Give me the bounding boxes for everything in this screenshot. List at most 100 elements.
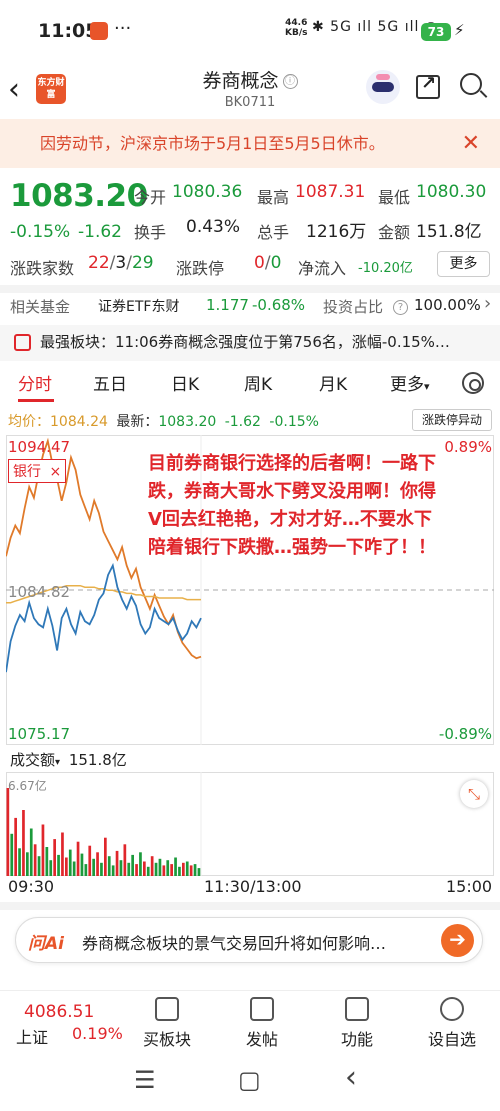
volume-bar xyxy=(154,862,158,876)
volume-bar xyxy=(146,866,150,876)
grid-icon xyxy=(345,997,369,1021)
more-notifications-icon: ··· xyxy=(114,18,132,39)
volume-bar xyxy=(197,868,201,876)
volume-bar xyxy=(6,788,10,876)
turnover-label: 换手 xyxy=(134,223,167,242)
volume-bar xyxy=(123,844,127,876)
ai-question-bar[interactable]: 问Ai 券商概念板块的景气交易回升将如何影响… ➔ xyxy=(15,917,483,963)
y-axis-max: 1094.47 xyxy=(8,438,71,456)
volume-bar xyxy=(170,864,173,876)
nav-post-label: 发帖 xyxy=(245,1030,278,1049)
volume-bar xyxy=(41,824,45,876)
volume-bar xyxy=(61,832,64,876)
compare-tag-label: 银行 xyxy=(13,464,41,480)
volume-bar xyxy=(150,856,154,876)
volume-bar xyxy=(143,861,146,876)
volume-bar xyxy=(131,854,134,876)
info-icon[interactable]: ⓘ xyxy=(282,74,298,89)
x-axis-mid: 11:30/13:00 xyxy=(204,877,302,896)
tab-more[interactable]: 更多▾ xyxy=(390,370,430,400)
volume-bar xyxy=(189,865,193,876)
active-tab-indicator xyxy=(18,399,54,402)
fund-name[interactable]: 证券ETF东财 xyxy=(98,296,179,322)
volume-header-value: 151.8亿 xyxy=(68,751,127,769)
tab-monthly-k[interactable]: 月K xyxy=(319,370,347,400)
volume-max-label: 6.67亿 xyxy=(8,779,47,793)
volume-bar xyxy=(92,858,95,876)
volume-bar xyxy=(174,857,177,876)
back-nav-icon[interactable]: ‹ xyxy=(345,1060,357,1095)
close-icon[interactable]: × xyxy=(49,464,61,480)
volume-bar xyxy=(162,865,166,876)
index-value[interactable]: 4086.51 xyxy=(24,1002,94,1022)
compare-tag[interactable]: 银行 × xyxy=(8,459,67,483)
volume-bar xyxy=(96,852,99,876)
volume-bar xyxy=(139,852,142,876)
index-percent[interactable]: 0.19% xyxy=(72,1024,123,1043)
divider xyxy=(0,285,500,293)
tab-daily-k[interactable]: 日K xyxy=(171,370,199,400)
close-icon[interactable]: ✕ xyxy=(462,119,480,168)
tab-more-label: 更多 xyxy=(390,375,424,395)
chart-legend: 均价：1084.24 最新：1083.20 -1.62 -0.15% xyxy=(8,411,319,431)
volume-bar xyxy=(119,860,123,876)
search-icon[interactable] xyxy=(460,73,482,95)
volume-bar xyxy=(26,852,29,876)
index-name[interactable]: 上证 xyxy=(16,1024,48,1048)
nav-functions[interactable]: 功能 xyxy=(317,997,397,1050)
change-percent: -0.15% xyxy=(10,222,71,242)
status-bar: 11:05 ··· 44.6 KB/s ✱ 5G ıll 5G ıll ◉ 73… xyxy=(0,0,500,62)
chevron-right-icon[interactable]: › xyxy=(484,293,491,319)
volume-bar xyxy=(29,828,33,876)
pct-axis-max: 0.89% xyxy=(444,438,492,456)
open-label: 今开 xyxy=(134,188,167,207)
volume-bar xyxy=(193,864,197,876)
battery-icon: 73 xyxy=(421,23,451,41)
holiday-notice-text: 因劳动节，沪深京市场于5月1日至5月5日休市。 xyxy=(40,134,385,153)
latest-value: 1083.20 xyxy=(158,414,217,430)
tab-intraday[interactable]: 分时 xyxy=(18,370,52,400)
tab-five-day[interactable]: 五日 xyxy=(93,370,127,400)
x-axis-end: 15:00 xyxy=(446,877,493,896)
share-icon[interactable] xyxy=(416,73,440,99)
open-value: 1080.36 xyxy=(172,182,243,202)
ratio-value: 100.00% xyxy=(414,296,481,314)
volume-label: 总手 xyxy=(257,223,290,242)
gear-icon[interactable] xyxy=(462,372,484,394)
menu-icon[interactable]: ☰ xyxy=(134,1066,156,1094)
volume-bar xyxy=(178,866,181,876)
chevron-down-icon: ▾ xyxy=(424,380,430,393)
charging-icon: ⚡ xyxy=(454,21,465,39)
limit-label: 涨跌停 xyxy=(176,259,225,278)
high-label: 最高 xyxy=(257,188,290,207)
more-icon xyxy=(440,997,464,1021)
limit-move-button[interactable]: 涨跌停异动 xyxy=(412,409,492,431)
volume-value: 1216万 xyxy=(306,222,367,242)
expand-icon[interactable]: ⤡ xyxy=(460,780,488,808)
volume-bar xyxy=(18,848,21,876)
assistant-robot-icon[interactable] xyxy=(366,70,400,104)
volume-bar xyxy=(57,854,60,876)
comment-overlay: 目前券商银行选择的后者啊！一路下跌，券商大哥水下劈叉没用啊！你得V回去红艳艳，才… xyxy=(148,453,436,558)
volume-header[interactable]: 成交额▾ 151.8亿 xyxy=(10,749,127,770)
help-icon[interactable]: ? xyxy=(393,297,408,316)
home-icon[interactable]: ▢ xyxy=(238,1066,261,1094)
more-quote-button[interactable]: 更多 xyxy=(437,251,490,277)
nav-buy-sector-label: 买板块 xyxy=(142,1030,191,1049)
tab-weekly-k[interactable]: 周K xyxy=(244,370,272,400)
volume-bar xyxy=(49,860,53,876)
updown-label: 涨跌家数 xyxy=(10,259,75,278)
y-axis-min: 1075.17 xyxy=(8,725,71,743)
x-axis-start: 09:30 xyxy=(8,877,55,896)
volume-bar xyxy=(88,845,92,876)
ai-brand-icon: 问Ai xyxy=(28,934,64,954)
nav-post[interactable]: 发帖 xyxy=(222,997,302,1050)
latest-percent: -0.15% xyxy=(269,414,319,430)
related-fund-label: 相关基金 xyxy=(10,298,71,316)
nav-add-watchlist[interactable]: 设自选 xyxy=(412,997,492,1050)
arrow-right-icon[interactable]: ➔ xyxy=(441,924,474,957)
nav-buy-sector[interactable]: 买板块 xyxy=(127,997,207,1050)
limit-counts: 0/0 xyxy=(254,253,281,273)
limit-down: 0 xyxy=(270,253,282,273)
volume-chart xyxy=(6,772,494,876)
